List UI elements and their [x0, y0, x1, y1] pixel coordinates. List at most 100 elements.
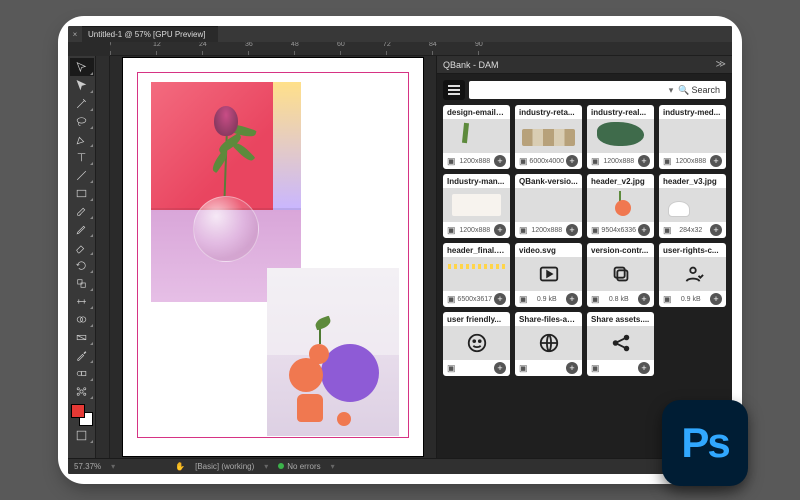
camera-icon: ▣	[663, 225, 672, 236]
asset-card[interactable]: version-contr...▣0.8 kB+	[587, 243, 654, 307]
symbol-tool[interactable]	[70, 382, 94, 400]
workspace-label[interactable]: [Basic] (working)	[195, 462, 254, 471]
add-asset-button[interactable]: +	[710, 293, 722, 305]
panel-collapse-icon[interactable]: ≫	[716, 59, 726, 70]
asset-thumbnail	[443, 119, 510, 153]
screen-mode-tool[interactable]	[70, 426, 94, 444]
shape-builder-tool[interactable]	[70, 310, 94, 328]
pencil-tool[interactable]	[70, 220, 94, 238]
menu-icon[interactable]	[443, 80, 465, 100]
lasso-tool[interactable]	[70, 112, 94, 130]
asset-card[interactable]: design-email.psd▣1200x888+	[443, 105, 510, 169]
asset-card[interactable]: user-rights-c...▣0.9 kB+	[659, 243, 726, 307]
camera-icon: ▣	[663, 156, 672, 167]
zoom-level[interactable]: 57.37%	[74, 462, 101, 471]
asset-meta: ▣1200x888+	[587, 153, 654, 169]
line-tool[interactable]	[70, 166, 94, 184]
add-asset-button[interactable]: +	[494, 362, 506, 374]
asset-name: Industry-man...	[443, 174, 510, 188]
asset-name: user friendly...	[443, 312, 510, 326]
ruler-horizontal: 01224364860728490	[110, 42, 732, 56]
add-asset-button[interactable]: +	[494, 293, 506, 305]
asset-card[interactable]: Share assets....▣+	[587, 312, 654, 376]
gradient-tool[interactable]	[70, 328, 94, 346]
panel-header[interactable]: QBank - DAM ≫	[437, 56, 732, 74]
asset-card[interactable]: video.svg ▣ 0.9 kB +	[515, 243, 582, 307]
asset-card[interactable]: industry-reta...▣6000x4000+	[515, 105, 582, 169]
add-asset-button[interactable]: +	[566, 362, 578, 374]
qbank-panel: QBank - DAM ≫ ▾ 🔍 Search design-email.ps…	[436, 56, 732, 458]
asset-meta: ▣6500x3617+	[443, 291, 510, 307]
asset-thumbnail	[659, 188, 726, 222]
asset-thumbnail	[659, 257, 726, 291]
asset-name: header_v3.jpg	[659, 174, 726, 188]
asset-card[interactable]: industry-med...▣1200x888+	[659, 105, 726, 169]
color-swatches[interactable]	[71, 404, 93, 426]
artboard[interactable]	[123, 58, 423, 456]
add-asset-button[interactable]: +	[638, 155, 650, 167]
add-asset-button[interactable]: +	[494, 224, 506, 236]
pen-tool[interactable]	[70, 130, 94, 148]
asset-card[interactable]: user friendly... ▣+	[443, 312, 510, 376]
scale-tool[interactable]	[70, 274, 94, 292]
add-asset-button[interactable]: +	[566, 293, 578, 305]
asset-card[interactable]: header_final.jpg▣6500x3617+	[443, 243, 510, 307]
asset-meta: ▣ 0.9 kB +	[515, 291, 582, 307]
brush-tool[interactable]	[70, 202, 94, 220]
asset-name: Share assets....	[587, 312, 654, 326]
asset-meta: ▣+	[443, 360, 510, 376]
width-tool[interactable]	[70, 292, 94, 310]
asset-thumbnail	[587, 257, 654, 291]
asset-card[interactable]: header_v2.jpg▣9504x6336+	[587, 174, 654, 238]
asset-thumbnail	[587, 188, 654, 222]
wand-tool[interactable]	[70, 94, 94, 112]
canvas-area[interactable]	[110, 56, 436, 458]
asset-thumbnail	[515, 188, 582, 222]
placed-image-shapes[interactable]	[267, 268, 399, 436]
asset-name: QBank-versio...	[515, 174, 582, 188]
foreground-color-swatch[interactable]	[71, 404, 85, 418]
asset-meta: ▣1200x888+	[515, 222, 582, 238]
asset-dimensions: 0.9 kB	[537, 296, 557, 303]
search-input[interactable]	[471, 85, 666, 95]
asset-dimensions: 284x32	[679, 227, 702, 234]
add-asset-button[interactable]: +	[638, 362, 650, 374]
blend-tool[interactable]	[70, 364, 94, 382]
asset-card[interactable]: Industry-man... ▣1200x888+	[443, 174, 510, 238]
camera-icon: ▣	[447, 225, 456, 236]
asset-name: video.svg	[515, 243, 582, 257]
camera-icon: ▣	[519, 294, 528, 305]
rotate-tool[interactable]	[70, 256, 94, 274]
close-tab-icon[interactable]: ×	[68, 30, 82, 39]
add-asset-button[interactable]: +	[638, 293, 650, 305]
asset-card[interactable]: industry-real...▣1200x888+	[587, 105, 654, 169]
add-asset-button[interactable]: +	[566, 224, 578, 236]
document-tab-title: Untitled-1 @ 57% [GPU Preview]	[88, 30, 206, 39]
search-label: Search	[691, 85, 724, 95]
add-asset-button[interactable]: +	[494, 155, 506, 167]
add-asset-button[interactable]: +	[710, 155, 722, 167]
photoshop-badge: Ps	[662, 400, 748, 486]
asset-dimensions: 1200x888	[531, 227, 562, 234]
rectangle-tool[interactable]	[70, 184, 94, 202]
direct-selection-tool[interactable]	[70, 76, 94, 94]
eyedropper-tool[interactable]	[70, 346, 94, 364]
asset-card[interactable]: header_v3.jpg ▣ 284x32 +	[659, 174, 726, 238]
asset-meta: ▣1200x888+	[443, 222, 510, 238]
selection-tool[interactable]	[70, 58, 94, 76]
asset-card[interactable]: QBank-versio...▣1200x888+	[515, 174, 582, 238]
camera-icon: ▣	[519, 363, 528, 374]
eraser-tool[interactable]	[70, 238, 94, 256]
search-dropdown-icon[interactable]: ▾	[666, 85, 677, 96]
asset-thumbnail	[515, 119, 582, 153]
asset-card[interactable]: Share-files-as...▣+	[515, 312, 582, 376]
add-asset-button[interactable]: +	[566, 155, 578, 167]
search-icon[interactable]: 🔍	[676, 85, 691, 96]
add-asset-button[interactable]: +	[710, 224, 722, 236]
type-tool[interactable]	[70, 148, 94, 166]
search-field[interactable]: ▾ 🔍 Search	[469, 81, 726, 99]
camera-icon: ▣	[591, 294, 600, 305]
document-tab[interactable]: Untitled-1 @ 57% [GPU Preview]	[82, 26, 218, 42]
asset-meta: ▣9504x6336+	[587, 222, 654, 238]
add-asset-button[interactable]: +	[638, 224, 650, 236]
